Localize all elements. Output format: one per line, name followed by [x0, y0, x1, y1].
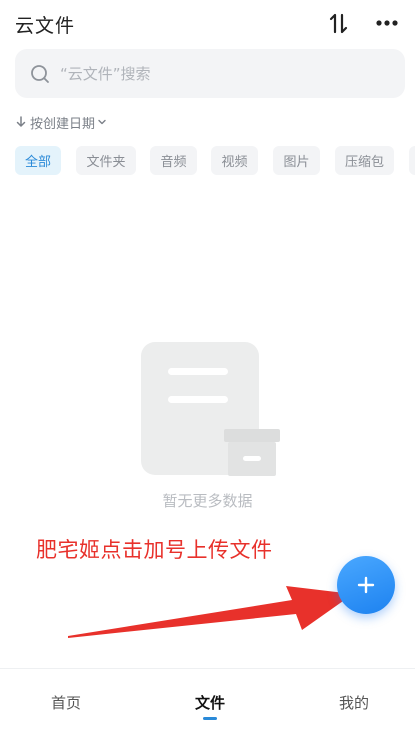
more-options-button[interactable]: [370, 12, 404, 36]
plus-icon: [357, 576, 375, 594]
empty-box-illustration: [141, 342, 280, 476]
filter-chip-overflow[interactable]: [409, 146, 415, 175]
bottom-tab-bar: 首页 文件 我的: [0, 668, 415, 732]
active-tab-indicator: [203, 717, 217, 720]
arrow-down-icon: [16, 116, 26, 127]
tab-mine[interactable]: 我的: [299, 692, 409, 713]
search-bar[interactable]: [15, 49, 405, 98]
filter-chip-archive[interactable]: 压缩包: [335, 146, 394, 175]
more-icon: [376, 20, 398, 26]
upload-fab-button[interactable]: [337, 556, 395, 614]
tab-home[interactable]: 首页: [11, 692, 121, 713]
filter-chip-audio[interactable]: 音频: [150, 146, 197, 175]
file-type-filters: 全部 文件夹 音频 视频 图片 压缩包: [15, 146, 415, 176]
search-icon: [31, 65, 49, 83]
filter-chip-video[interactable]: 视频: [211, 146, 258, 175]
annotation-arrow-icon: [68, 586, 353, 638]
filter-chip-all[interactable]: 全部: [15, 146, 61, 175]
app-header: 云文件: [0, 0, 415, 50]
sort-icon: [329, 13, 348, 34]
sort-label: 按创建日期: [30, 116, 96, 132]
sort-toggle-button[interactable]: [325, 10, 355, 38]
tab-files[interactable]: 文件: [155, 692, 265, 713]
page-title: 云文件: [15, 15, 76, 37]
sort-dropdown[interactable]: 按创建日期: [15, 112, 107, 132]
chevron-down-icon: [98, 119, 106, 125]
filter-chip-image[interactable]: 图片: [273, 146, 320, 175]
annotation-text: 肥宅姬点击加号上传文件: [36, 538, 273, 562]
filter-chip-folder[interactable]: 文件夹: [76, 146, 136, 175]
empty-state-text: 暂无更多数据: [162, 492, 253, 510]
search-input[interactable]: [60, 61, 380, 87]
